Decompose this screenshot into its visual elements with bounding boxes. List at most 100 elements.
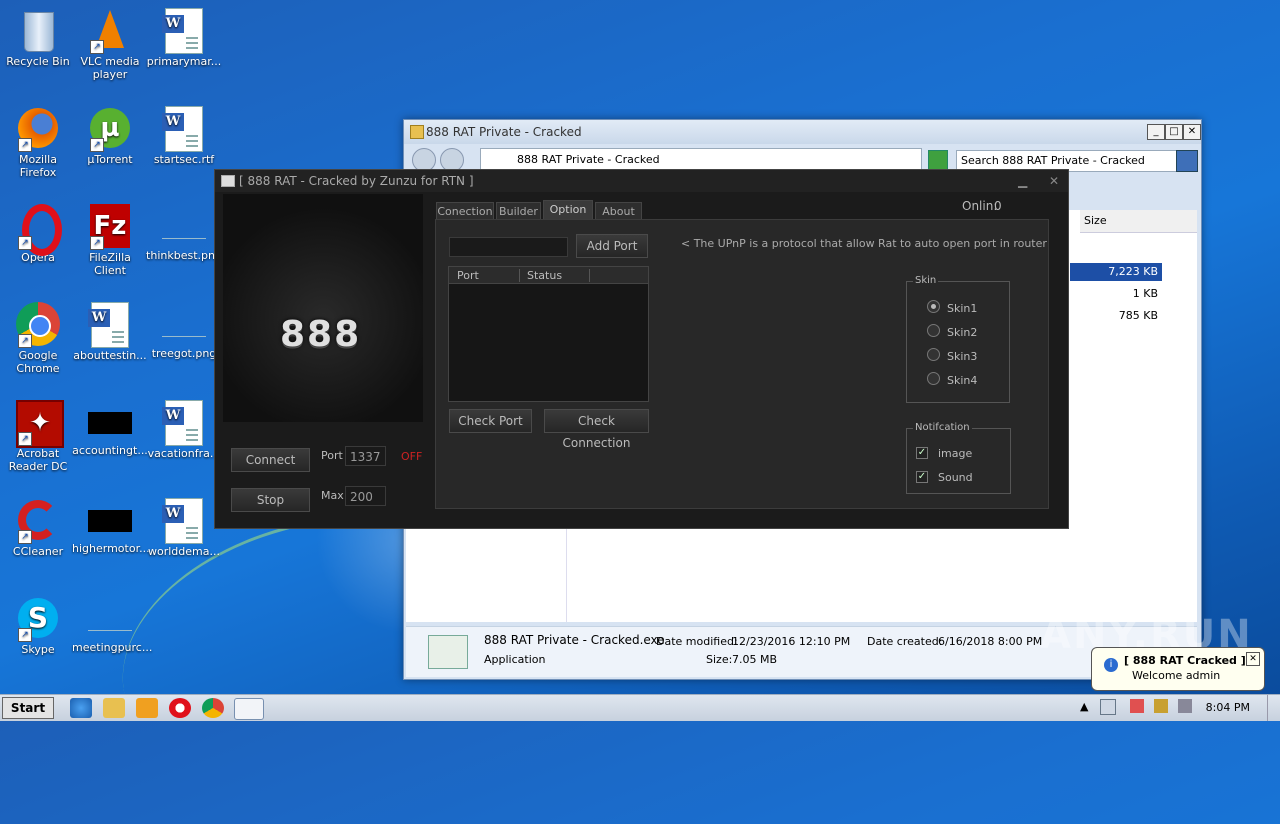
show-hidden-icons[interactable]: ▲: [1080, 700, 1088, 713]
check-port-button[interactable]: Check Port: [449, 409, 532, 433]
check-connection-button[interactable]: Check Connection: [544, 409, 649, 450]
desktop-icon-label: meetingpurc...: [72, 641, 153, 654]
desktop-icon-label: accountingt...: [72, 444, 148, 457]
details-size-label: Size:: [706, 653, 733, 666]
search-icon[interactable]: [1176, 150, 1198, 172]
desktop-icon-label: vacationfra...: [147, 447, 221, 460]
clock[interactable]: 8:04 PM: [1206, 701, 1250, 714]
address-text: 888 RAT Private - Cracked: [517, 153, 660, 166]
sound-checkbox[interactable]: ✓: [916, 471, 928, 483]
refresh-icon[interactable]: [928, 150, 948, 170]
desktop-icon-highermotor[interactable]: highermotor...: [72, 498, 150, 555]
upnp-note: < The UPnP is a protocol that allow Rat …: [681, 237, 1047, 250]
tray-app-icon[interactable]: [1100, 699, 1116, 715]
desktop-icon-treegot[interactable]: treegot.png: [146, 302, 222, 360]
media-player-icon[interactable]: [136, 698, 158, 718]
rat-title-bar[interactable]: [ 888 RAT - Cracked by Zunzu for RTN ] ▁…: [215, 170, 1068, 192]
rat-taskbar-button[interactable]: [234, 698, 264, 720]
application-icon: [428, 635, 468, 669]
opera-icon: ↗: [16, 204, 62, 256]
desktop-icon-label: startsec.rtf: [153, 153, 215, 166]
desktop-icon-label: treegot.png: [151, 347, 217, 360]
file-size-cell[interactable]: 1 KB: [1070, 285, 1162, 303]
desktop-icon-label: µTorrent: [87, 153, 133, 166]
image-thumbnail-icon: [88, 608, 132, 631]
vlc-icon: ↗: [88, 8, 132, 54]
desktop-icon-abouttestin[interactable]: W abouttestin...: [72, 302, 148, 362]
details-date-modified-label: Date modified:: [656, 635, 738, 648]
desktop-icon-acrobat[interactable]: ✦ ↗ Acrobat Reader DC: [0, 400, 76, 473]
desktop-icon-opera[interactable]: ↗ Opera: [0, 204, 76, 264]
option-panel: Add Port < The UPnP is a protocol that a…: [435, 219, 1049, 509]
internet-explorer-icon[interactable]: [70, 698, 92, 718]
sound-label: Sound: [938, 471, 973, 484]
show-desktop-button[interactable]: [1267, 695, 1280, 721]
tab-option[interactable]: Option: [543, 200, 593, 221]
desktop-icon-startsec[interactable]: W startsec.rtf: [146, 106, 222, 166]
desktop-icon-skype[interactable]: S ↗ Skype: [0, 596, 76, 656]
notification-balloon[interactable]: i [ 888 RAT Cracked ] Welcome admin ✕: [1091, 647, 1265, 691]
explorer-title: 888 RAT Private - Cracked: [426, 125, 582, 139]
desktop-icon-vacationfra[interactable]: W vacationfra...: [146, 400, 222, 460]
add-port-button[interactable]: Add Port: [576, 234, 648, 258]
close-button[interactable]: ✕: [1183, 124, 1201, 140]
desktop-icon-chrome[interactable]: ↗ Google Chrome: [0, 302, 76, 375]
size-column-header[interactable]: Size: [1080, 210, 1197, 233]
volume-icon[interactable]: [1178, 699, 1192, 713]
desktop-icon-primarymar[interactable]: W primarymar...: [146, 8, 222, 68]
desktop-icon-utorrent[interactable]: µ ↗ µTorrent: [72, 106, 148, 166]
explorer-icon[interactable]: [103, 698, 125, 718]
maximize-button[interactable]: □: [1165, 124, 1183, 140]
minimize-button[interactable]: ▁: [1018, 170, 1027, 192]
skin3-radio[interactable]: [927, 348, 940, 361]
online-label: Onlin:: [962, 199, 998, 213]
column-port[interactable]: Port: [457, 269, 520, 282]
opera-icon[interactable]: [169, 698, 191, 718]
desktop-icon-vlc[interactable]: ↗ VLC media player: [72, 8, 148, 81]
details-date-created-label: Date created:: [867, 635, 943, 648]
desktop-icon-accountingt[interactable]: accountingt...: [72, 400, 148, 457]
close-button[interactable]: ✕: [1049, 170, 1059, 192]
desktop-icon-meetingpurc[interactable]: meetingpurc...: [72, 596, 153, 654]
desktop-icon-thinkbest[interactable]: thinkbest.png: [146, 204, 222, 262]
desktop-icon-label: Recycle Bin: [6, 55, 70, 68]
desktop-icon-worlddema[interactable]: W worlddema...: [146, 498, 222, 558]
chrome-icon[interactable]: [202, 698, 224, 718]
explorer-title-bar[interactable]: 888 RAT Private - Cracked _ □ ✕: [404, 120, 1201, 144]
file-size-cell[interactable]: 7,223 KB: [1070, 263, 1162, 281]
rat-window[interactable]: [ 888 RAT - Cracked by Zunzu for RTN ] ▁…: [214, 169, 1069, 529]
skin1-radio[interactable]: [927, 300, 940, 313]
info-icon: i: [1104, 658, 1118, 672]
desktop-icon-ccleaner[interactable]: ↗ CCleaner: [0, 498, 76, 558]
add-port-input[interactable]: [449, 237, 568, 257]
desktop-icon-firefox[interactable]: ↗ Mozilla Firefox: [0, 106, 76, 179]
word-document-icon: W: [162, 400, 206, 446]
port-list[interactable]: Port Status: [448, 266, 649, 402]
image-checkbox[interactable]: ✓: [916, 447, 928, 459]
minimize-button[interactable]: _: [1147, 124, 1165, 140]
desktop-icon-label: highermotor...: [72, 542, 150, 555]
file-size-cell[interactable]: 785 KB: [1070, 307, 1162, 325]
close-icon[interactable]: ✕: [1246, 652, 1260, 666]
filezilla-icon: Fz ↗: [88, 204, 132, 250]
column-status[interactable]: Status: [527, 269, 590, 282]
acrobat-icon: ✦ ↗: [16, 400, 64, 448]
balloon-text: Welcome admin: [1132, 669, 1221, 682]
skin2-radio[interactable]: [927, 324, 940, 337]
details-date-created: 6/16/2018 8:00 PM: [938, 635, 1043, 648]
max-input[interactable]: 200: [345, 486, 386, 506]
port-input[interactable]: 1337: [345, 446, 386, 466]
desktop-icon-label: Google Chrome: [16, 349, 60, 375]
connect-button[interactable]: Connect: [231, 448, 310, 472]
status-off: OFF: [401, 450, 423, 463]
port-list-header: Port Status: [449, 267, 648, 284]
action-center-icon[interactable]: [1130, 699, 1144, 713]
skype-icon: S ↗: [16, 596, 60, 642]
start-button[interactable]: Start: [2, 697, 54, 719]
network-icon[interactable]: [1154, 699, 1168, 713]
stop-button[interactable]: Stop: [231, 488, 310, 512]
notification-group: Notifcation ✓ image ✓ Sound: [906, 422, 1011, 494]
desktop-icon-filezilla[interactable]: Fz ↗ FileZilla Client: [72, 204, 148, 277]
skin4-radio[interactable]: [927, 372, 940, 385]
desktop-icon-recycle-bin[interactable]: Recycle Bin: [0, 8, 76, 68]
